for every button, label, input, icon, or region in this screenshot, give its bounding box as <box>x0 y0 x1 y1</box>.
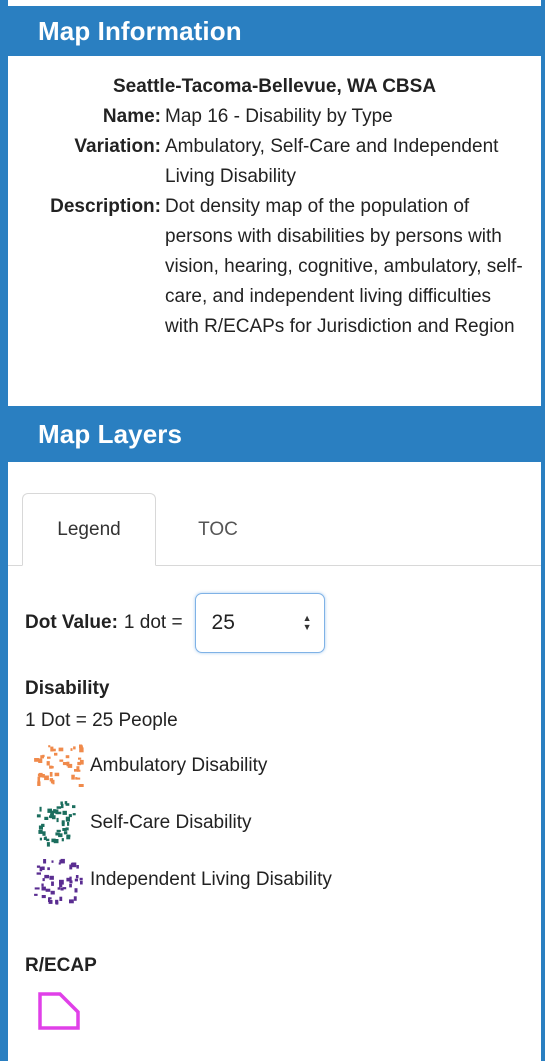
recap-polygon-icon <box>38 992 80 1030</box>
region-title: Seattle-Tacoma-Bellevue, WA CBSA <box>112 76 437 97</box>
description-value: Dot density map of the population of per… <box>165 196 523 337</box>
dot-value-label: Dot Value: <box>25 612 118 633</box>
map-layers-header[interactable]: Map Layers <box>8 406 541 462</box>
description-label: Description: <box>50 196 161 217</box>
name-label: Name: <box>102 106 161 127</box>
selfcare-dots-icon <box>36 801 76 847</box>
dot-value-select[interactable]: 25 ▲ ▼ <box>194 593 325 653</box>
variation-label: Variation: <box>74 136 161 157</box>
dot-value-prefix: 1 dot = <box>123 612 183 633</box>
tab-legend-label: Legend <box>57 518 121 540</box>
legend-item-selfcare: Self-Care Disability <box>30 797 252 849</box>
ambulatory-dots-icon <box>34 744 84 787</box>
legend-item-label: Ambulatory Disability <box>90 755 268 776</box>
legend-item-label: Self-Care Disability <box>90 812 252 833</box>
up-down-arrows-icon: ▲ ▼ <box>302 613 312 632</box>
tab-legend[interactable]: Legend <box>22 493 156 566</box>
map-information-title: Map Information <box>38 15 242 46</box>
map-information-panel[interactable]: Seattle-Tacoma-Bellevue, WA CBSA Name: M… <box>8 56 541 406</box>
sidebar-right-border <box>541 0 545 1061</box>
map-sidebar: Map Information Seattle-Tacoma-Bellevue,… <box>0 0 545 1061</box>
legend-recap-title: R/ECAP <box>25 955 97 976</box>
map-layers-title: Map Layers <box>38 418 183 449</box>
dot-value-control: Dot Value: 1 dot = 25 ▲ ▼ <box>25 592 325 654</box>
sidebar-left-border <box>0 0 8 1061</box>
name-value: Map 16 - Disability by Type <box>165 106 393 127</box>
dot-value-selected: 25 <box>211 611 235 634</box>
independent-living-dots-icon <box>34 858 83 905</box>
legend-item-ambulatory: Ambulatory Disability <box>30 740 267 792</box>
legend-item-independent: Independent Living Disability <box>30 854 332 906</box>
legend-disability-title: Disability <box>25 678 110 699</box>
tab-toc-label: TOC <box>198 518 238 540</box>
map-information-header[interactable]: Map Information <box>8 6 541 56</box>
legend-item-label: Independent Living Disability <box>90 869 332 890</box>
legend-dot-note: 1 Dot = 25 People <box>25 710 178 731</box>
variation-value: Ambulatory, Self-Care and Independent Li… <box>165 136 499 187</box>
tab-toc[interactable]: TOC <box>158 493 278 566</box>
